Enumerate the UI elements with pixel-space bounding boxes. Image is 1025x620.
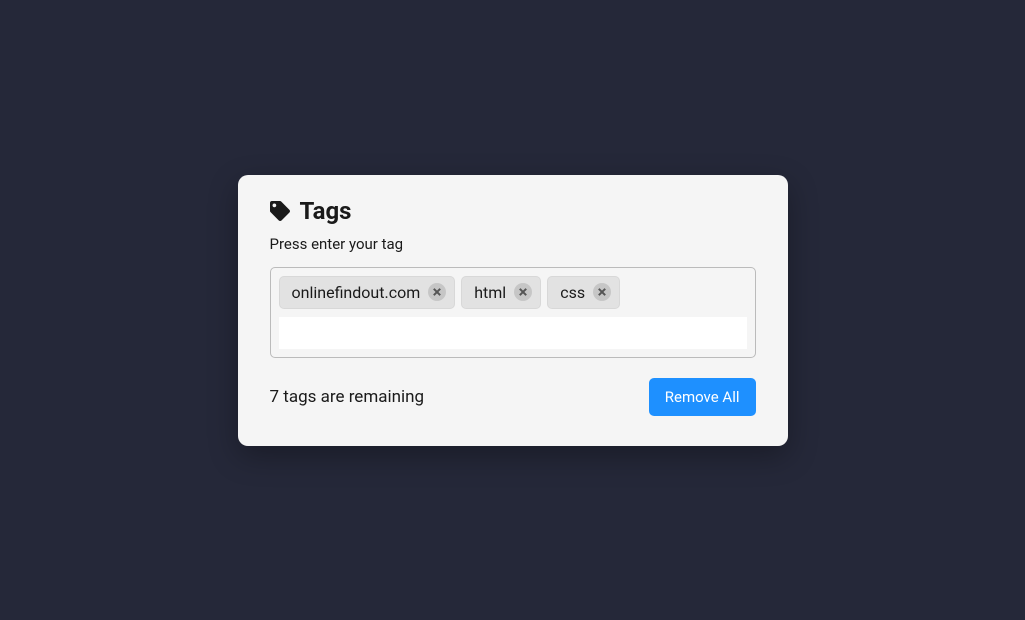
remove-tag-button[interactable] — [593, 283, 611, 301]
tag-chip: css — [547, 276, 620, 309]
remaining-text: 7 tags are remaining — [270, 387, 425, 407]
remove-tag-button[interactable] — [428, 283, 446, 301]
close-icon — [598, 288, 606, 296]
remove-tag-button[interactable] — [514, 283, 532, 301]
tag-icon — [270, 201, 290, 221]
close-icon — [519, 288, 527, 296]
instruction-text: Press enter your tag — [270, 235, 756, 253]
tag-input[interactable] — [279, 317, 747, 349]
tag-label: css — [560, 283, 585, 302]
tag-chip: html — [461, 276, 541, 309]
tag-label: html — [474, 283, 506, 302]
close-icon — [433, 288, 441, 296]
card-content: Press enter your tag onlinefindout.com h… — [270, 235, 756, 358]
tags-card: Tags Press enter your tag onlinefindout.… — [238, 175, 788, 446]
tag-chip: onlinefindout.com — [279, 276, 456, 309]
card-title: Tags — [300, 197, 352, 225]
card-title-row: Tags — [270, 197, 756, 225]
details-row: 7 tags are remaining Remove All — [270, 378, 756, 416]
tag-box: onlinefindout.com html css — [270, 267, 756, 358]
tag-label: onlinefindout.com — [292, 283, 421, 302]
remove-all-button[interactable]: Remove All — [649, 378, 756, 416]
